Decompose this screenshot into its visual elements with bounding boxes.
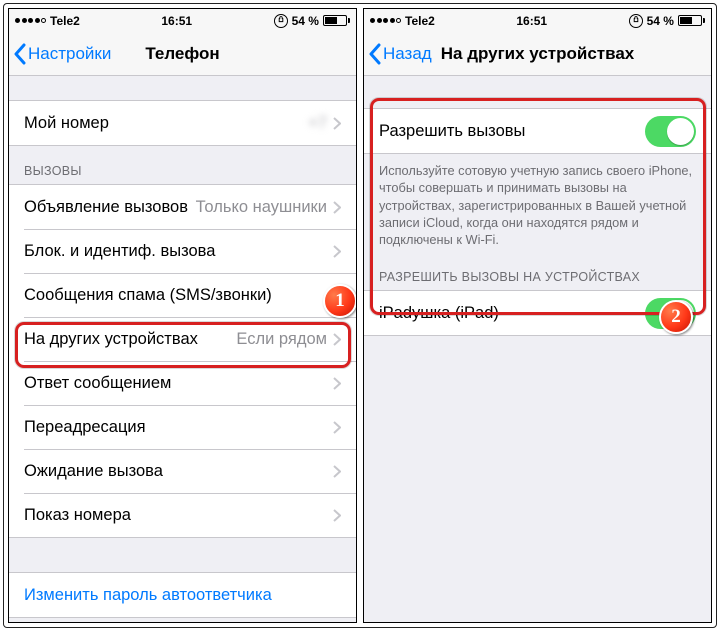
back-button[interactable]: Настройки: [13, 32, 111, 75]
back-label: Настройки: [28, 44, 111, 64]
row-respond-with-text[interactable]: Ответ сообщением: [9, 361, 356, 405]
battery-percent: 54 %: [647, 14, 674, 28]
chevron-right-icon: [333, 289, 341, 302]
row-call-waiting[interactable]: Ожидание вызова: [9, 449, 356, 493]
row-calls-on-other-devices[interactable]: На других устройствах Если рядом: [9, 317, 356, 361]
nav-bar: Назад На других устройствах: [364, 32, 711, 76]
chevron-right-icon: [333, 509, 341, 522]
chevron-right-icon: [333, 377, 341, 390]
content-scroll[interactable]: Мой номер +7 ВЫЗОВЫ Объявление вызовов Т…: [9, 76, 356, 622]
my-number-label: Мой номер: [24, 114, 308, 133]
battery-icon: [323, 15, 350, 26]
chevron-right-icon: [333, 333, 341, 346]
row-call-announcements[interactable]: Объявление вызовов Только наушники: [9, 185, 356, 229]
row-change-voicemail-password[interactable]: Изменить пароль автоответчика: [9, 573, 356, 617]
battery-icon: [678, 15, 705, 26]
chevron-right-icon: [333, 465, 341, 478]
clock-label: 16:51: [516, 14, 547, 28]
carrier-label: Tele2: [405, 14, 435, 28]
row-call-forwarding[interactable]: Переадресация: [9, 405, 356, 449]
carrier-label: Tele2: [50, 14, 80, 28]
chevron-right-icon: [333, 421, 341, 434]
clock-label: 16:51: [161, 14, 192, 28]
status-bar: Tele2 16:51 54 %: [9, 9, 356, 32]
chevron-right-icon: [333, 245, 341, 258]
my-number-value: +7: [308, 114, 327, 133]
back-button[interactable]: Назад: [368, 32, 432, 75]
row-spam-reports[interactable]: Сообщения спама (SMS/звонки): [9, 273, 356, 317]
section-header-calls: ВЫЗОВЫ: [9, 146, 356, 184]
row-call-blocking[interactable]: Блок. и идентиф. вызова: [9, 229, 356, 273]
chevron-left-icon: [368, 43, 382, 65]
signal-icon: [370, 18, 401, 23]
nav-title: Телефон: [145, 44, 219, 64]
rotation-lock-icon: [274, 14, 288, 28]
screen-other-devices: Tele2 16:51 54 % Назад На других устройс…: [363, 8, 712, 623]
nav-bar: Настройки Телефон: [9, 32, 356, 76]
row-my-number[interactable]: Мой номер +7: [9, 101, 356, 145]
nav-title: На других устройствах: [441, 44, 635, 64]
row-allow-calls: Разрешить вызовы: [364, 109, 711, 153]
status-bar: Tele2 16:51 54 %: [364, 9, 711, 32]
rotation-lock-icon: [629, 14, 643, 28]
row-device-ipad: iPadушка (iPad): [364, 291, 711, 335]
row-show-caller-id[interactable]: Показ номера: [9, 493, 356, 537]
screen-phone-settings: Tele2 16:51 54 % Настройки Телефон: [8, 8, 357, 623]
battery-percent: 54 %: [292, 14, 319, 28]
annotation-frame: Tele2 16:51 54 % Настройки Телефон: [3, 3, 717, 628]
signal-icon: [15, 18, 46, 23]
content-scroll[interactable]: Разрешить вызовы Используйте сотовую уче…: [364, 76, 711, 622]
back-label: Назад: [383, 44, 432, 64]
section-header-devices: РАЗРЕШИТЬ ВЫЗОВЫ НА УСТРОЙСТВАХ: [364, 252, 711, 290]
allow-calls-footer: Используйте сотовую учетную запись своег…: [364, 154, 711, 252]
chevron-left-icon: [13, 43, 27, 65]
toggle-device-ipad[interactable]: [645, 298, 696, 329]
chevron-right-icon: [333, 117, 341, 130]
chevron-right-icon: [333, 201, 341, 214]
toggle-allow-calls[interactable]: [645, 116, 696, 147]
